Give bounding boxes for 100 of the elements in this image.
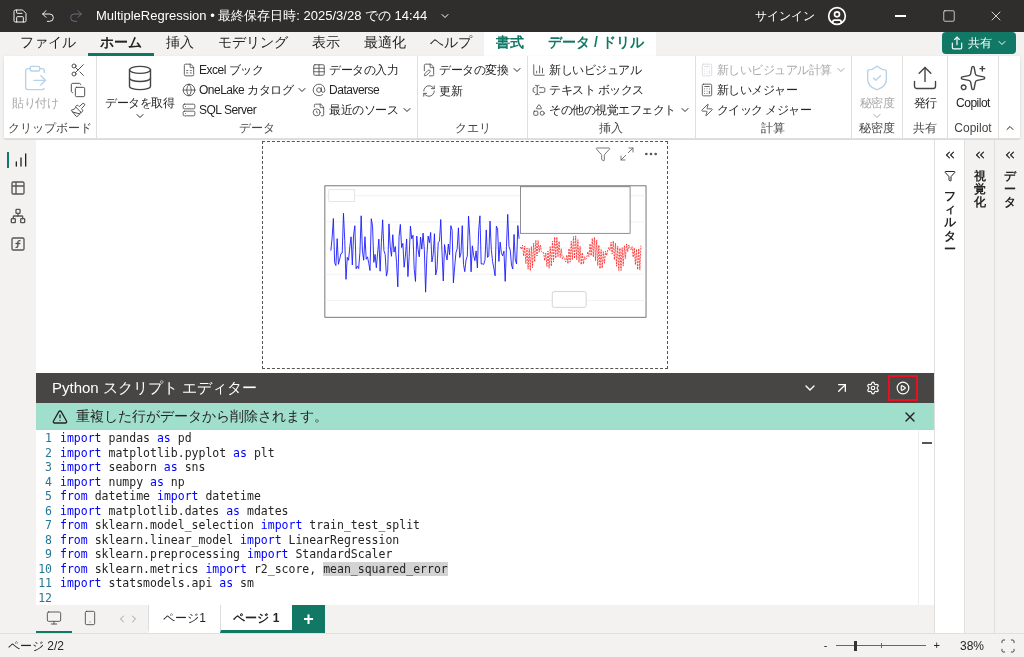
group-label: 計算 [760, 120, 787, 136]
ribbon-button[interactable]: 更新 [422, 81, 524, 101]
table-icon [10, 180, 26, 196]
pane-label: フィルター [943, 190, 956, 256]
save-icon [12, 8, 28, 24]
refresh-icon [422, 84, 437, 98]
ribbon-large-button[interactable]: データを取得 [101, 60, 178, 122]
menu-tab[interactable]: 書式 [484, 32, 536, 56]
server-icon [182, 103, 196, 118]
line-number: 11 [37, 576, 53, 591]
table-icon [312, 62, 327, 77]
scissors-icon [70, 61, 86, 78]
filter-pane[interactable]: フィルター [934, 140, 964, 633]
ribbon-button[interactable]: OneLake カタログ [182, 80, 309, 100]
slider-thumb[interactable] [853, 640, 857, 651]
calculator-icon [699, 62, 714, 77]
page-tab[interactable]: ページ 1 [220, 605, 292, 633]
file-edit-icon [422, 63, 437, 77]
ribbon-button[interactable]: Excel ブック [182, 60, 309, 80]
user-icon [827, 6, 847, 26]
shapes-icon [532, 103, 547, 118]
menu-tab[interactable]: ファイル [8, 32, 88, 56]
brush-icon [70, 102, 86, 119]
group-label: 秘密度 [857, 120, 896, 136]
pane-label: データ [1003, 170, 1016, 210]
share-icon [950, 36, 964, 50]
code-line: from sklearn.linear_model import LinearRegression [60, 532, 400, 547]
zoom-slider[interactable] [835, 640, 926, 651]
ribbon-button[interactable]: クイック メジャー [699, 100, 847, 120]
line-number: 8 [44, 532, 53, 547]
ribbon-large-button[interactable]: 発行 [907, 60, 944, 120]
undo-icon [40, 8, 56, 24]
code-line: from datetime import datetime [60, 489, 261, 504]
ribbon-button[interactable]: その他の視覚エフェクト [532, 100, 691, 120]
code-line: from sklearn.metrics import r2_score, mean_squared_error [60, 561, 448, 576]
share-button[interactable]: 共有 [942, 32, 1016, 54]
ribbon-button[interactable]: テキスト ボックス [532, 80, 691, 100]
minimize-icon [895, 15, 906, 17]
calculator-icon [699, 83, 714, 97]
maximize-icon [942, 9, 956, 23]
group-label: Copilot [953, 120, 993, 136]
group-label: 共有 [912, 120, 939, 136]
window-title: MultipleRegression • 最終保存日時: 2025/3/28 での 14:44 [96, 7, 428, 26]
group-label: クリップボード [8, 120, 92, 136]
run-button[interactable] [888, 375, 918, 401]
code-line: import statsmodels.api as sm [60, 576, 254, 591]
ribbon-large-button[interactable]: Copilot [952, 60, 994, 120]
code-editor[interactable] [36, 430, 934, 605]
redo-icon [68, 8, 84, 24]
table-view-button[interactable] [10, 180, 26, 196]
menu-tab[interactable]: 挿入 [154, 32, 206, 56]
editor-title: Python スクリプト エディター [52, 377, 259, 398]
menu-tab[interactable]: 最適化 [352, 32, 418, 56]
line-number: 12 [37, 590, 53, 605]
warning-text: 重複した行がデータから削除されます。 [76, 407, 329, 426]
code-line: from sklearn.model_selection import train_test_split [60, 518, 421, 533]
ribbon-button[interactable]: 最近のソース [312, 100, 414, 120]
menu-tab[interactable]: 表示 [300, 32, 352, 56]
ribbon-button[interactable]: 新しいビジュアル [532, 60, 691, 80]
bar-chart-icon [532, 62, 547, 77]
monitor-icon [46, 610, 62, 626]
ribbon-button[interactable]: SQL Server [182, 100, 309, 120]
fit-to-page-icon [1000, 637, 1016, 654]
ribbon-button[interactable]: 新しいメジャー [699, 80, 847, 100]
warning-icon [52, 408, 68, 425]
menu-tab[interactable]: モデリング [206, 32, 300, 56]
scrollbar-marker [922, 442, 932, 444]
page-tab[interactable]: ページ1 [148, 605, 220, 633]
ribbon-button[interactable]: Dataverse [312, 80, 414, 100]
group-label: クエリ [453, 120, 492, 136]
line-number: 4 [44, 474, 53, 489]
pane-label: 視覚化 [973, 170, 986, 210]
add-page-button[interactable]: + [292, 605, 325, 633]
zoom-in-button[interactable]: + [929, 637, 944, 654]
code-line: import matplotlib.dates as mdates [60, 503, 289, 518]
code-line: import pandas as pd [60, 431, 192, 446]
dax-view-button[interactable] [10, 236, 26, 252]
line-number: 2 [44, 445, 53, 460]
filter-icon [595, 146, 611, 162]
ribbon-button[interactable]: データの変換 [422, 60, 524, 80]
ribbon-button[interactable]: データの入力 [312, 60, 414, 80]
code-line: import seaborn as sns [60, 460, 206, 475]
menu-tab[interactable]: データ / ドリル [536, 32, 656, 56]
model-view-button[interactable] [10, 208, 26, 224]
lightning-icon [699, 103, 714, 118]
report-view-button[interactable] [7, 152, 29, 168]
filter-icon [943, 170, 956, 182]
group-label: 挿入 [598, 120, 625, 136]
visual-frame[interactable] [262, 141, 668, 369]
line-number: 3 [44, 460, 53, 475]
code-line: import numpy as np [60, 474, 185, 489]
spreadsheet-icon [182, 62, 196, 77]
clock-file-icon [312, 103, 327, 118]
phone-icon [82, 610, 98, 626]
menu-tab[interactable]: ヘルプ [418, 32, 484, 56]
group-label: データ [238, 120, 276, 136]
line-number: 10 [37, 561, 53, 576]
line-number: 1 [44, 431, 53, 446]
zoom-out-button[interactable]: - [819, 637, 832, 654]
sign-in-link[interactable]: サインイン [755, 7, 815, 25]
